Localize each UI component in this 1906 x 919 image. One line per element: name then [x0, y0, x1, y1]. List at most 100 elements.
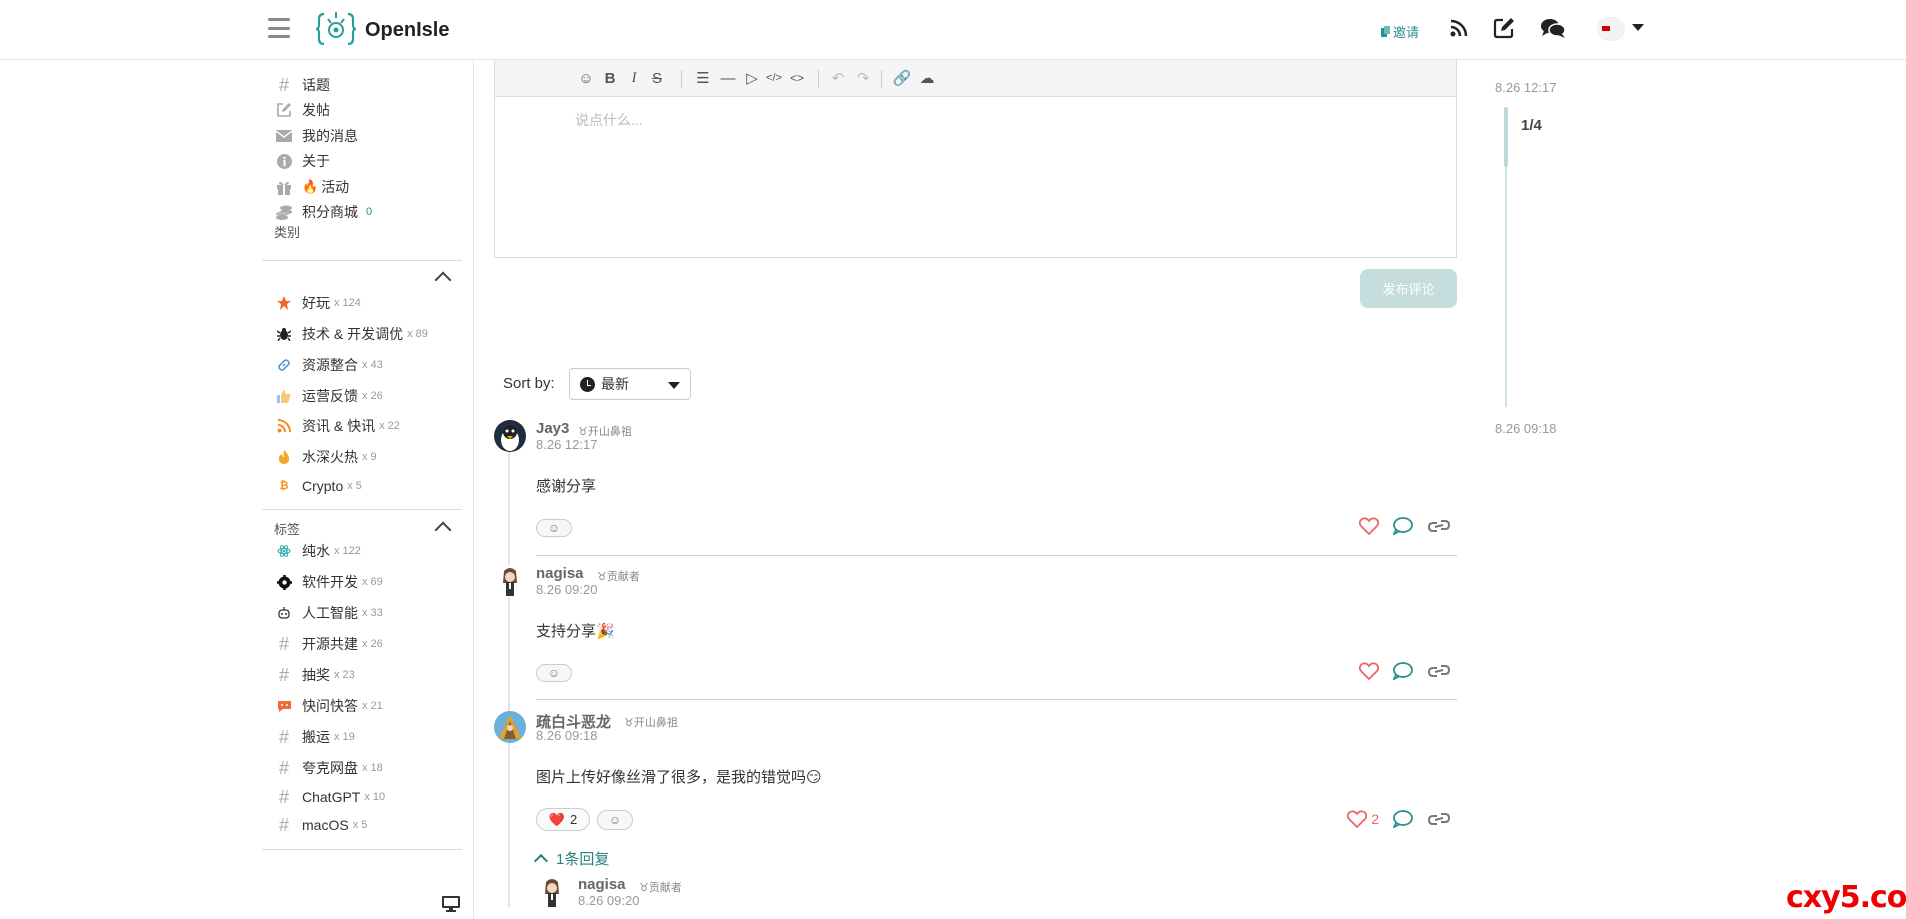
comment-time: 8.26 12:17 [536, 437, 598, 452]
tag-count: x 19 [334, 731, 355, 743]
category-item[interactable]: 资讯 & 快讯 x 22 [274, 415, 400, 437]
upload-icon[interactable]: ☁ [918, 69, 936, 87]
reply-icon[interactable] [1393, 662, 1413, 680]
code-block-icon[interactable]: </> [765, 69, 783, 87]
comment-author[interactable]: nagisa [536, 565, 584, 582]
caret-down-icon[interactable] [1632, 24, 1644, 31]
invite-icon [1381, 26, 1390, 37]
avatar[interactable] [494, 711, 526, 743]
avatar[interactable] [536, 876, 568, 908]
avatar[interactable] [494, 420, 526, 452]
edit-icon[interactable] [1493, 17, 1515, 39]
sort-select[interactable]: 最新 [569, 368, 691, 400]
italic-icon[interactable]: I [625, 69, 643, 87]
category-item[interactable]: 资源整合 x 43 [274, 354, 383, 376]
link-icon[interactable]: 🔗 [893, 69, 912, 87]
heart-icon[interactable] [1359, 517, 1379, 535]
hr-icon[interactable]: — [719, 69, 737, 87]
collapse-tags-icon[interactable] [434, 521, 452, 539]
gear-icon [274, 573, 294, 591]
toolbar-divider [818, 70, 819, 88]
reaction-count: 2 [569, 812, 578, 827]
sidebar-item-events[interactable]: 🔥 活动 [274, 176, 349, 198]
tag-item[interactable]: 人工智能 x 33 [274, 602, 383, 624]
tag-item[interactable]: # 开源共建 x 26 [274, 633, 383, 655]
publish-comment-button[interactable]: 发布评论 [1360, 269, 1457, 308]
category-item[interactable]: 技术 & 开发调优 x 89 [274, 323, 428, 345]
hash-icon: # [278, 74, 289, 95]
chat-icon[interactable] [1540, 17, 1566, 39]
like-button[interactable]: 2 [1347, 810, 1379, 828]
reply-icon[interactable] [1393, 810, 1413, 828]
tag-item[interactable]: # 夸克网盘 x 18 [274, 757, 383, 779]
add-reaction-button[interactable]: ☺ [536, 664, 572, 682]
tag-item[interactable]: # ChatGPT x 10 [274, 786, 385, 808]
sort-label: Sort by: [503, 375, 555, 392]
comment-text: 感谢分享 [536, 478, 597, 495]
avatar[interactable] [494, 565, 526, 597]
timeline-end-date: 8.26 09:18 [1495, 421, 1557, 436]
category-item[interactable]: 运营反馈 x 26 [274, 385, 383, 407]
link-icon[interactable] [1427, 662, 1451, 680]
menu-icon[interactable] [268, 18, 290, 38]
monitor-icon[interactable] [442, 896, 460, 912]
bold-icon[interactable]: B [601, 69, 619, 87]
timeline-thumb[interactable] [1504, 107, 1508, 167]
comment-author[interactable]: Jay3 [536, 420, 569, 437]
list-icon[interactable]: ☰ [694, 69, 712, 87]
comment-time: 8.26 09:20 [536, 582, 598, 597]
logo-icon[interactable] [316, 10, 356, 48]
coins-icon [274, 203, 294, 221]
tag-item[interactable]: # macOS x 5 [274, 814, 367, 836]
avatar[interactable] [1597, 17, 1625, 41]
sidebar-item-topics[interactable]: # 话题 [274, 74, 330, 96]
collapse-categories-icon[interactable] [434, 271, 452, 289]
heart-icon[interactable] [1359, 662, 1379, 680]
sidebar-item-about[interactable]: 关于 [274, 150, 330, 172]
redo-icon[interactable]: ↷ [854, 69, 872, 87]
sort-selected: 最新 [601, 376, 629, 392]
divider [262, 260, 462, 261]
thread-line [508, 452, 510, 907]
timeline-position: 1/4 [1521, 117, 1542, 134]
comment-editor[interactable]: ☺ B I S ☰ — ▷ </> <> ↶ ↷ 🔗 ☁ 说点什么... [494, 60, 1457, 258]
link-icon[interactable] [1427, 810, 1451, 828]
category-item[interactable]: ₿ Crypto x 5 [274, 475, 362, 497]
tag-item[interactable]: # 搬运 x 19 [274, 726, 355, 748]
rss-icon[interactable] [1448, 17, 1470, 39]
tag-item[interactable]: 快问快答 x 21 [274, 695, 383, 717]
atom-icon [274, 542, 294, 560]
replies-toggle[interactable]: 1条回复 [533, 848, 609, 869]
toolbar-divider [681, 70, 682, 88]
sidebar-item-new-post[interactable]: 发帖 [274, 99, 330, 121]
invite-label: 邀请 [1393, 25, 1420, 40]
tag-count: x 18 [362, 762, 383, 774]
watermark: cxy5.com [1786, 880, 1906, 915]
reply-icon[interactable] [1393, 517, 1413, 535]
link-icon[interactable] [1427, 517, 1451, 535]
fire-icon [274, 448, 294, 466]
add-reaction-button[interactable]: ☺ [536, 519, 572, 537]
category-count: x 22 [379, 420, 400, 432]
add-reaction-button[interactable]: ☺ [597, 810, 633, 830]
category-item[interactable]: 好玩 x 124 [274, 292, 361, 314]
tag-item[interactable]: 软件开发 x 69 [274, 571, 383, 593]
heart-reaction-pill[interactable]: ❤️ 2 [536, 808, 590, 831]
send-icon[interactable]: ▷ [743, 69, 761, 87]
category-label: 运营反馈 [302, 388, 358, 404]
brand-name[interactable]: OpenIsle [365, 19, 449, 42]
category-item[interactable]: 水深火热 x 9 [274, 446, 377, 468]
reply-author[interactable]: nagisa [578, 876, 626, 893]
tag-label: 抽奖 [302, 667, 330, 683]
tag-item[interactable]: # 抽奖 x 23 [274, 664, 355, 686]
comment-text: 支持分享🎉 [536, 623, 615, 640]
strikethrough-icon[interactable]: S [648, 69, 666, 87]
emoji-icon[interactable]: ☺ [577, 69, 595, 87]
sidebar-item-points-mall[interactable]: 积分商城 0 [274, 201, 372, 223]
undo-icon[interactable]: ↶ [829, 69, 847, 87]
tag-item[interactable]: 纯水 x 122 [274, 540, 361, 562]
hash-icon: # [278, 757, 289, 778]
code-icon[interactable]: <> [788, 69, 806, 87]
invite-button[interactable]: 邀请 [1381, 22, 1419, 41]
sidebar-item-messages[interactable]: 我的消息 [274, 125, 358, 147]
